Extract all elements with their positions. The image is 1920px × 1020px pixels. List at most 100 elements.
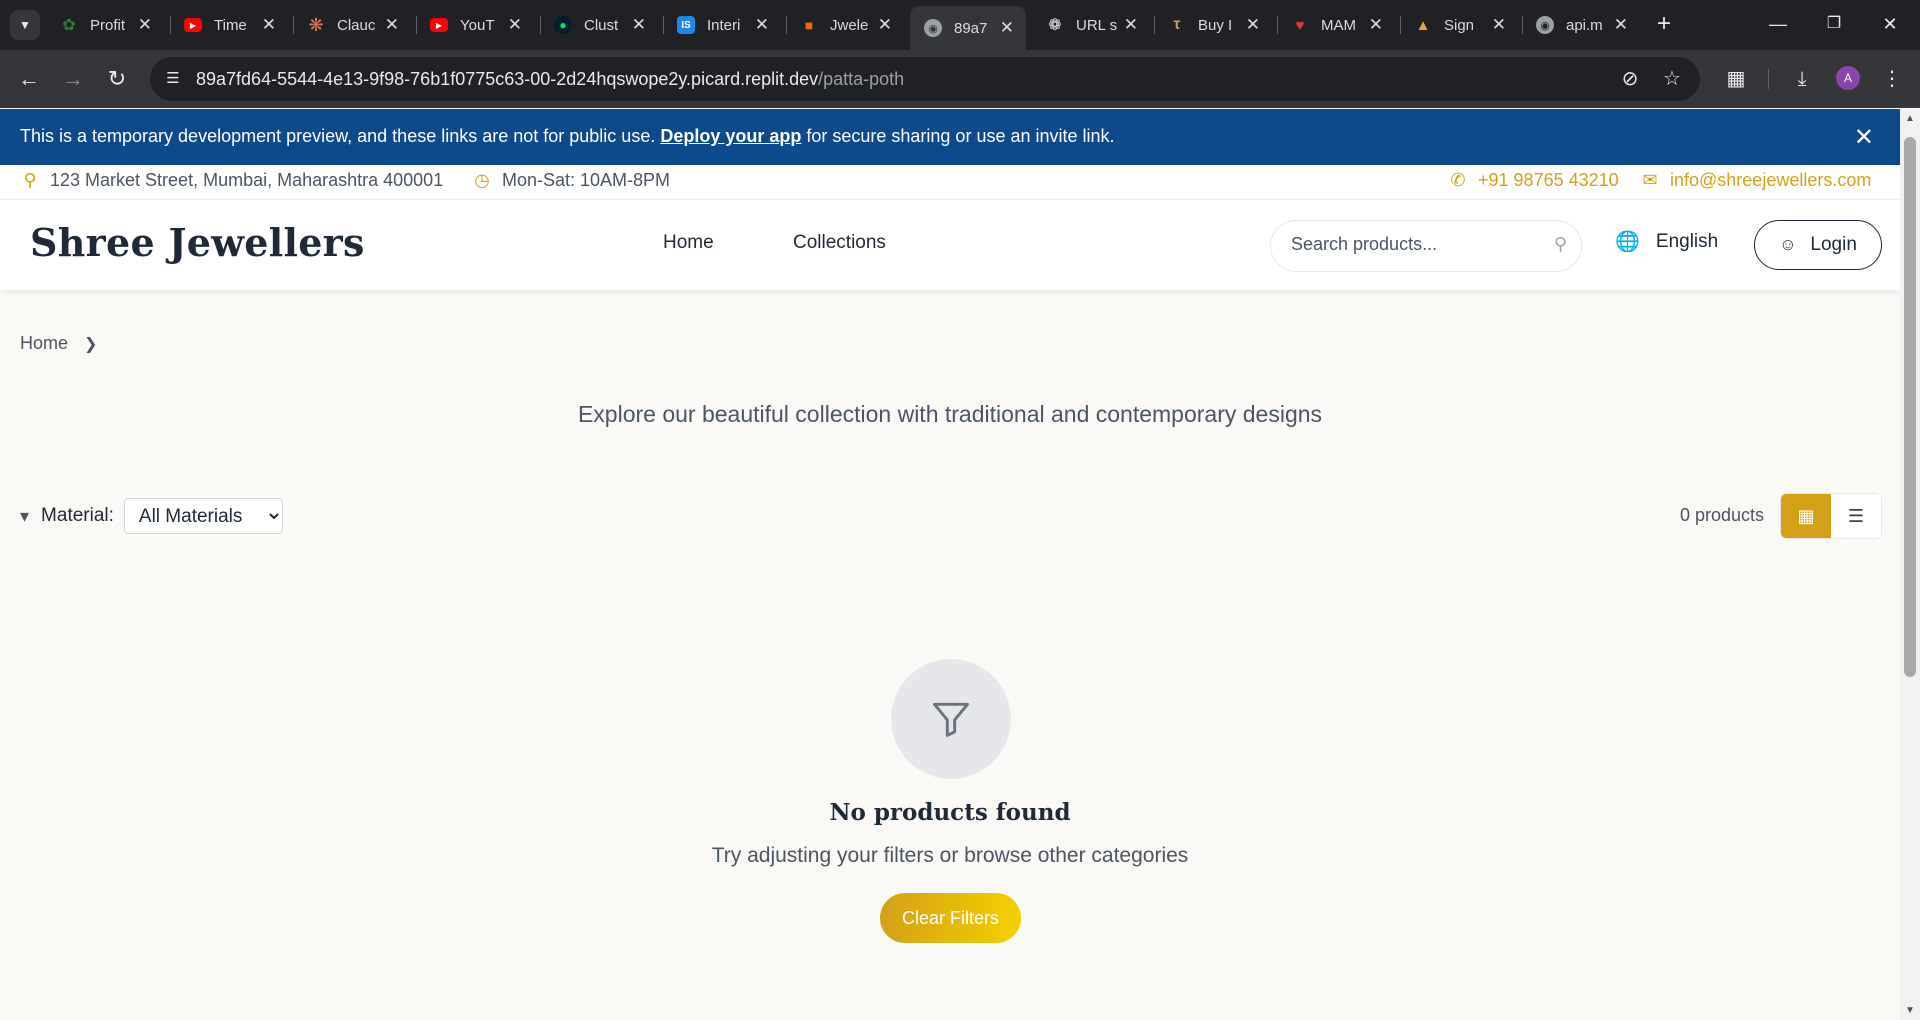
toolbar-separator [1768,69,1769,89]
material-filter-label: Material: [41,505,114,526]
site-header: Shree Jewellers Home Collections ⚲ 🌐 Eng… [0,200,1900,290]
grid-view-icon[interactable]: ▦ [1781,494,1831,538]
tab-search-chevron-icon[interactable]: ▼ [10,10,40,40]
openai-icon: ❁ [1048,17,1062,34]
close-tab-icon[interactable]: ✕ [878,15,892,35]
tab-title: Profit [90,16,126,34]
login-label: Login [1810,234,1857,255]
site-info-tune-icon[interactable]: ☰ [162,68,184,90]
search-icon[interactable]: ⚲ [1554,234,1567,255]
banner-text: This is a temporary development preview,… [20,126,1115,147]
extensions-puzzle-icon[interactable]: ▦ [1722,65,1750,93]
scroll-down-arrow-icon[interactable]: ▼ [1905,1005,1915,1016]
browser-tab[interactable]: ❁ URL s ✕ [1032,8,1150,42]
window-close-icon[interactable]: ✕ [1870,10,1910,38]
browser-tab-active[interactable]: ◉ 89a7 ✕ [910,6,1026,50]
reload-icon[interactable]: ↻ [102,64,132,94]
list-view-icon[interactable]: ☰ [1831,494,1881,538]
browser-tab[interactable]: ◉ api.m ✕ [1522,8,1640,42]
close-tab-icon[interactable]: ✕ [138,15,152,35]
tab-title: Clust [584,16,619,34]
browser-tab[interactable]: ❋ Clauc ✕ [293,8,411,42]
close-tab-icon[interactable]: ✕ [632,15,646,35]
tab-title: YouT [460,16,495,34]
close-tab-icon[interactable]: ✕ [1369,15,1383,35]
mail-icon: ✉ [1642,170,1658,190]
clock-icon: ◷ [474,170,490,190]
material-select[interactable]: All Materials [123,498,283,534]
empty-state-title: No products found [829,799,1071,826]
email-link[interactable]: ✉ info@shreejewellers.com [1640,170,1871,191]
eye-slash-icon[interactable]: ⊘ [1618,68,1642,92]
banner-text-after: for secure sharing or use an invite link… [801,126,1115,146]
restore-icon[interactable]: ❐ [1814,10,1854,38]
browser-tab[interactable]: ✿ Profit ✕ [46,8,164,42]
phone-link[interactable]: ✆ +91 98765 43210 [1448,170,1618,191]
url-text[interactable]: 89a7fd64-5544-4e13-9f98-76b1f0775c63-00-… [196,69,904,90]
back-arrow-icon[interactable]: ← [14,64,44,94]
tab-title: api.m [1566,16,1603,34]
youtube-icon: ▶ [430,18,448,32]
address-info: ⚲ 123 Market Street, Mumbai, Maharashtra… [20,170,443,191]
view-toggle: ▦ ☰ [1780,493,1882,539]
forward-arrow-icon[interactable]: → [58,64,88,94]
minimize-icon[interactable]: — [1758,10,1798,38]
url-host: 89a7fd64-5544-4e13-9f98-76b1f0775c63-00-… [196,69,819,89]
clear-filters-button[interactable]: Clear Filters [880,893,1021,943]
new-tab-plus-icon[interactable]: + [1652,10,1676,40]
tanishq-icon: τ [1173,16,1181,33]
empty-state-funnel-icon [891,659,1011,779]
bookmark-star-icon[interactable]: ☆ [1660,68,1684,92]
nav-collections[interactable]: Collections [793,232,886,254]
chevron-right-icon: ❯ [84,335,98,353]
search-box: ⚲ [1270,220,1582,272]
close-tab-icon[interactable]: ✕ [508,15,522,35]
filter-funnel-icon: ▾ [20,505,30,526]
browser-tab[interactable]: ▶ YouT ✕ [416,8,534,42]
deploy-app-link[interactable]: Deploy your app [660,126,801,146]
tab-title: 89a7 [954,19,988,37]
close-tab-icon[interactable]: ✕ [755,15,769,35]
download-icon[interactable]: ⤓ [1788,65,1816,93]
replit-icon: ■ [804,17,814,33]
browser-menu-icon[interactable]: ⋮ [1878,65,1906,93]
browser-tab[interactable]: ♥ MAM ✕ [1277,8,1395,42]
nav-home[interactable]: Home [663,232,714,254]
close-tab-icon[interactable]: ✕ [1492,15,1506,35]
map-pin-icon: ⚲ [23,170,37,190]
profile-avatar[interactable]: A [1836,66,1860,90]
browser-tab[interactable]: τ Buy I ✕ [1154,8,1272,42]
scroll-up-arrow-icon[interactable]: ▲ [1905,113,1915,124]
close-tab-icon[interactable]: ✕ [1614,15,1628,35]
hours-text: Mon-Sat: 10AM-8PM [502,170,671,190]
language-selector[interactable]: 🌐 English [1615,229,1718,254]
site-logo[interactable]: Shree Jewellers [30,220,365,265]
search-input[interactable] [1291,234,1531,255]
user-icon: ☺ [1779,235,1797,254]
tab-title: Buy I [1198,16,1233,34]
globe-icon: ◉ [1536,16,1554,34]
close-tab-icon[interactable]: ✕ [262,15,276,35]
globe-icon: 🌐 [1615,231,1640,253]
close-tab-icon[interactable]: ✕ [1246,15,1260,35]
phone-icon: ✆ [1450,170,1466,190]
scrollbar-thumb[interactable] [1904,137,1916,677]
banner-close-icon[interactable]: ✕ [1854,123,1874,152]
browser-tab[interactable]: IS Interi ✕ [663,8,781,42]
banner-text-before: This is a temporary development preview,… [20,126,661,146]
email-text: info@shreejewellers.com [1670,170,1872,190]
close-tab-icon[interactable]: ✕ [1000,18,1014,38]
page-scrollbar[interactable]: ▲ ▼ [1900,109,1920,1020]
tab-title: Time [214,16,247,34]
close-tab-icon[interactable]: ✕ [1124,15,1138,35]
close-tab-icon[interactable]: ✕ [385,15,399,35]
sign-icon: ▲ [1415,16,1431,34]
address-bar[interactable]: ☰ 89a7fd64-5544-4e13-9f98-76b1f0775c63-0… [150,57,1700,101]
mam-icon: ♥ [1295,16,1305,34]
breadcrumb-home[interactable]: Home [20,333,68,354]
browser-tab[interactable]: ▶ Time ✕ [170,8,288,42]
login-button[interactable]: ☺ Login [1754,220,1882,270]
browser-tab[interactable]: ■ Jwele ✕ [786,8,904,42]
browser-tab[interactable]: ● Clust ✕ [540,8,658,42]
browser-tab[interactable]: ▲ Sign ✕ [1400,8,1518,42]
